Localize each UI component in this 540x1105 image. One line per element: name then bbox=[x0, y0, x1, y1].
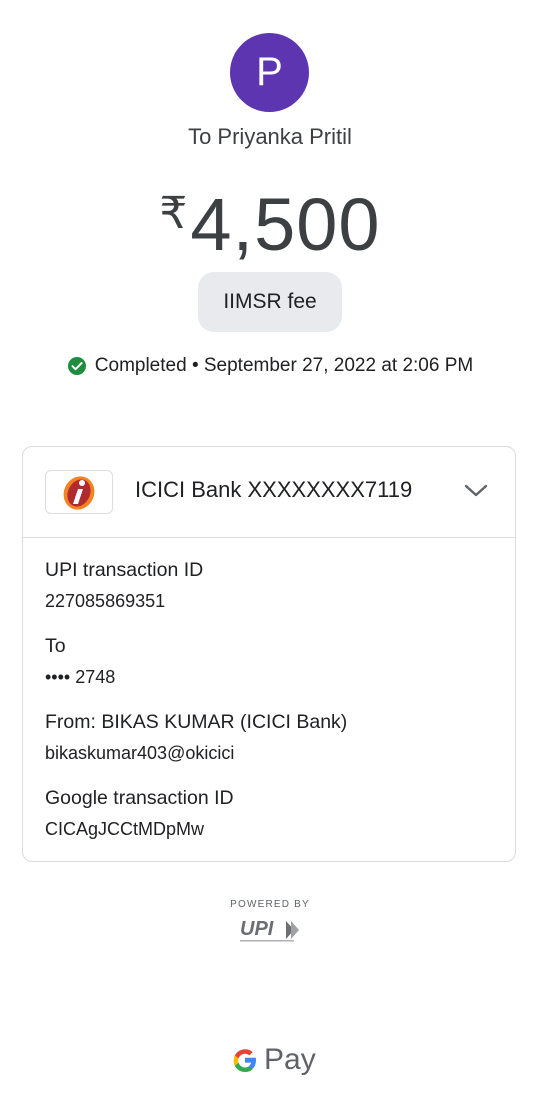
avatar-initial: P bbox=[256, 50, 283, 94]
pay-wordmark: Pay bbox=[264, 1043, 316, 1076]
detail-label: Google transaction ID bbox=[45, 787, 234, 809]
detail-label: UPI transaction ID bbox=[45, 559, 204, 581]
bank-account-name: ICICI Bank XXXXXXXX7119 bbox=[135, 477, 413, 502]
payment-amount: ₹4,500 bbox=[0, 172, 540, 267]
detail-google-transaction-id: Google transaction ID CICAgJCCtMDpMw bbox=[45, 787, 234, 840]
detail-value: •••• 2748 bbox=[45, 667, 116, 687]
google-pay-logo: Pay bbox=[230, 1043, 316, 1077]
detail-from-account: From: BIKAS KUMAR (ICICI Bank) bikaskuma… bbox=[45, 711, 347, 764]
detail-value: bikaskumar403@okicici bbox=[45, 743, 235, 763]
detail-label: To bbox=[45, 635, 66, 657]
powered-by-label: POWERED BY bbox=[230, 899, 310, 910]
check-circle-icon bbox=[67, 357, 86, 375]
upi-logo: UPI bbox=[238, 915, 302, 945]
chevron-down-icon[interactable] bbox=[463, 481, 489, 501]
currency-symbol: ₹ bbox=[159, 189, 189, 238]
google-g-icon bbox=[233, 1049, 256, 1072]
payee-avatar: P bbox=[230, 33, 309, 112]
payment-note-chip: IIMSR fee bbox=[198, 272, 342, 332]
status-text: Completed • September 27, 2022 at 2:06 P… bbox=[94, 355, 474, 376]
detail-value: 227085869351 bbox=[45, 591, 166, 611]
recipient-title: To Priyanka Pritil bbox=[188, 124, 352, 149]
payment-status: Completed • September 27, 2022 at 2:06 P… bbox=[0, 355, 540, 377]
detail-label: From: BIKAS KUMAR (ICICI Bank) bbox=[45, 711, 348, 733]
detail-to-account: To •••• 2748 bbox=[45, 635, 115, 688]
detail-upi-transaction-id: UPI transaction ID 227085869351 bbox=[45, 559, 203, 612]
amount-value: 4,500 bbox=[190, 183, 381, 266]
detail-value: CICAgJCCtMDpMw bbox=[45, 819, 205, 839]
upi-logo-text: UPI bbox=[240, 918, 274, 940]
icici-logo-icon bbox=[45, 470, 113, 514]
transaction-details-card: ICICI Bank XXXXXXXX7119 UPI transaction … bbox=[22, 446, 516, 862]
bank-account-row[interactable]: ICICI Bank XXXXXXXX7119 bbox=[23, 447, 515, 538]
